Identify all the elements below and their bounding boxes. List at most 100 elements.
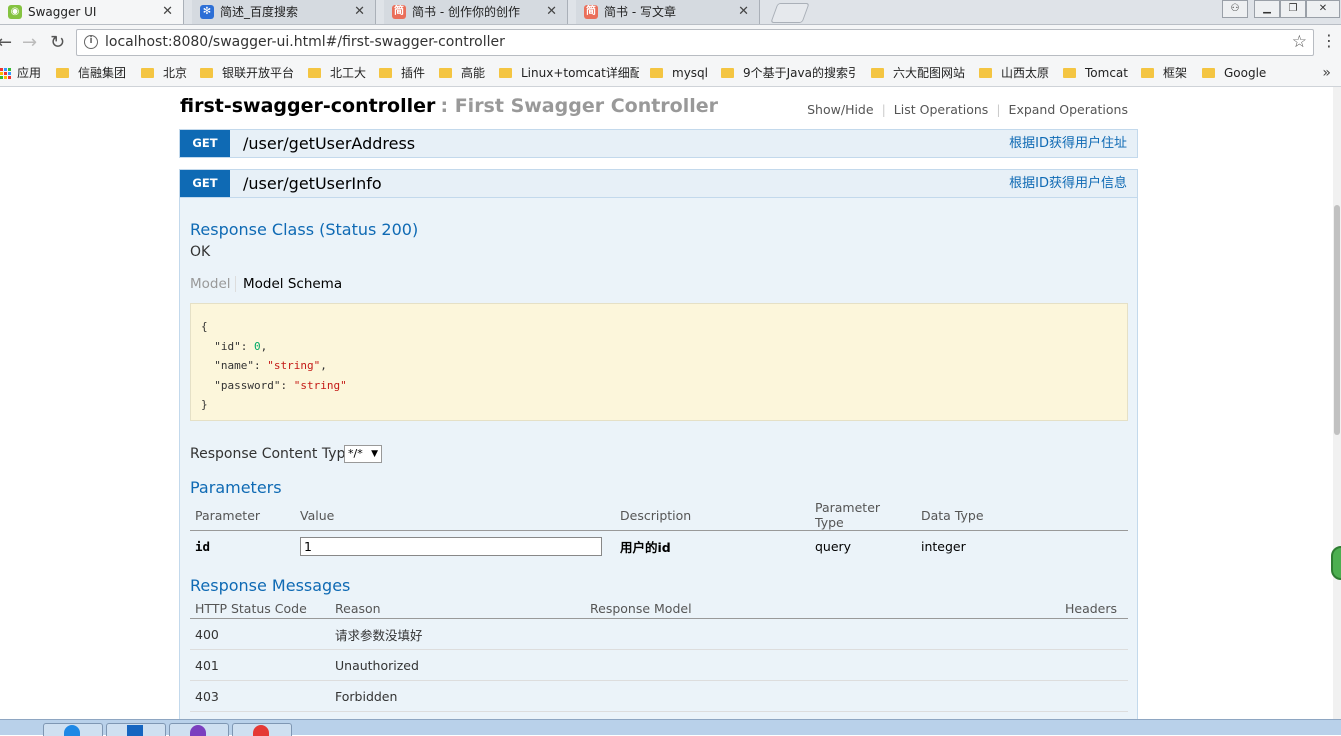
- tab-jianshu-create[interactable]: 简 简书 - 创作你的创作 ✕: [384, 0, 568, 24]
- taskbar-app-button[interactable]: [106, 723, 166, 736]
- close-tab-icon[interactable]: ✕: [738, 0, 749, 24]
- param-description: 用户的id: [620, 540, 671, 556]
- floating-widget-icon[interactable]: [1331, 546, 1341, 580]
- controller-name-link[interactable]: first-swagger-controller: [180, 95, 435, 117]
- parameters-table: Parameter Value Description Parameter Ty…: [190, 500, 1128, 563]
- param-name: id: [195, 539, 211, 555]
- operation-get-user-address[interactable]: GET /user/getUserAddress 根据ID获得用户住址: [179, 129, 1138, 158]
- status-code: 401: [190, 649, 330, 681]
- bookmark-item[interactable]: 信融集团: [56, 61, 126, 86]
- table-row: 403 Forbidden: [190, 680, 1128, 712]
- param-data-type: integer: [921, 539, 966, 555]
- scrollbar-thumb[interactable]: [1334, 205, 1340, 435]
- bookmark-star-icon[interactable]: ☆: [1292, 30, 1307, 55]
- response-messages-title: Response Messages: [190, 576, 351, 595]
- bookmarks-overflow-icon[interactable]: »: [1322, 61, 1331, 86]
- close-window-icon[interactable]: ✕: [1306, 0, 1340, 18]
- model-schema-tab[interactable]: Model Schema: [235, 276, 342, 292]
- bookmark-item[interactable]: 框架: [1141, 61, 1187, 86]
- folder-icon: [200, 67, 213, 78]
- table-header-row: HTTP Status Code Reason Response Model H…: [190, 598, 1128, 619]
- tab-swagger-ui[interactable]: ◉ Swagger UI ✕: [0, 0, 184, 24]
- app-icon: [253, 725, 269, 736]
- close-tab-icon[interactable]: ✕: [546, 0, 557, 24]
- response-class-value: OK: [190, 244, 211, 260]
- operation-path[interactable]: /user/getUserInfo: [243, 170, 382, 197]
- app-icon: [64, 725, 80, 736]
- new-tab-button[interactable]: [770, 3, 810, 23]
- url-input[interactable]: i localhost:8080/swagger-ui.html#/first-…: [76, 29, 1314, 56]
- taskbar-app-button[interactable]: [169, 723, 229, 736]
- status-code: 403: [190, 680, 330, 712]
- bookmarks-bar: 应用 信融集团 北京 银联开放平台 北工大 插件 高能 Linux+tomcat…: [0, 61, 1341, 87]
- app-icon: [190, 725, 206, 736]
- forward-arrow-icon[interactable]: →: [22, 31, 37, 55]
- minimize-window-icon[interactable]: ▁: [1254, 0, 1280, 18]
- status-reason: Forbidden: [330, 680, 585, 712]
- table-row: id 用户的id query integer: [190, 531, 1128, 563]
- list-operations-link[interactable]: List Operations: [894, 102, 989, 117]
- folder-icon: [979, 67, 992, 78]
- http-method-badge[interactable]: GET: [180, 170, 230, 197]
- user-profile-icon[interactable]: ⚇: [1222, 0, 1248, 18]
- close-tab-icon[interactable]: ✕: [162, 0, 173, 24]
- bookmark-item[interactable]: Google: [1202, 61, 1266, 86]
- folder-icon: [721, 67, 734, 78]
- maximize-window-icon[interactable]: ❐: [1280, 0, 1306, 18]
- show-hide-link[interactable]: Show/Hide: [807, 102, 873, 117]
- folder-icon: [379, 67, 392, 78]
- status-reason: Unauthorized: [330, 649, 585, 681]
- expand-operations-link[interactable]: Expand Operations: [1009, 102, 1128, 117]
- bookmark-item[interactable]: 高能: [439, 61, 485, 86]
- operation-details: Response Class (Status 200) OK Model Mod…: [179, 198, 1138, 719]
- site-info-icon[interactable]: i: [84, 35, 98, 49]
- app-icon: [127, 725, 143, 736]
- tab-jianshu-write[interactable]: 简 简书 - 写文章 ✕: [576, 0, 760, 24]
- tab-baidu-search[interactable]: ✻ 简述_百度搜索 ✕: [192, 0, 376, 24]
- content-type-select[interactable]: */* ▼: [344, 445, 382, 463]
- taskbar-app-button[interactable]: [232, 723, 292, 736]
- bookmark-item[interactable]: 插件: [379, 61, 425, 86]
- parameters-title: Parameters: [190, 478, 282, 497]
- back-arrow-icon[interactable]: ←: [0, 31, 12, 55]
- browser-tab-strip: ◉ Swagger UI ✕ ✻ 简述_百度搜索 ✕ 简 简书 - 创作你的创作…: [0, 0, 1341, 25]
- folder-icon: [308, 67, 321, 78]
- operation-summary[interactable]: 根据ID获得用户信息: [1009, 170, 1127, 197]
- tab-title: 简书 - 写文章: [604, 5, 676, 19]
- bookmark-item[interactable]: Tomcat: [1063, 61, 1128, 86]
- folder-icon: [141, 67, 154, 78]
- bookmark-item[interactable]: 北工大: [308, 61, 366, 86]
- taskbar-app-button[interactable]: [43, 723, 103, 736]
- folder-icon: [56, 67, 69, 78]
- response-class-title: Response Class (Status 200): [190, 220, 419, 239]
- tab-title: 简述_百度搜索: [220, 5, 299, 19]
- operation-summary[interactable]: 根据ID获得用户住址: [1009, 130, 1127, 157]
- controller-links: Show/Hide | List Operations | Expand Operati…: [807, 102, 1128, 117]
- table-row: 401 Unauthorized: [190, 649, 1128, 681]
- folder-icon: [1141, 67, 1154, 78]
- folder-icon: [871, 67, 884, 78]
- bookmark-item[interactable]: 六大配图网站: [871, 61, 965, 86]
- operation-path[interactable]: /user/getUserAddress: [243, 130, 415, 157]
- model-schema-box[interactable]: { "id": 0, "name": "string", "password":…: [190, 303, 1128, 421]
- bookmark-item[interactable]: 北京: [141, 61, 187, 86]
- vertical-scrollbar[interactable]: [1333, 87, 1341, 719]
- http-method-badge[interactable]: GET: [180, 130, 230, 157]
- bookmark-item[interactable]: Linux+tomcat详细配: [499, 61, 639, 86]
- model-tab[interactable]: Model: [190, 276, 231, 292]
- tab-title: Swagger UI: [28, 5, 97, 19]
- browser-menu-icon[interactable]: ⋮: [1321, 31, 1337, 50]
- bookmark-apps[interactable]: 应用: [0, 61, 41, 86]
- close-tab-icon[interactable]: ✕: [354, 0, 365, 24]
- param-id-input[interactable]: [300, 537, 602, 557]
- bookmark-item[interactable]: 9个基于Java的搜索引: [721, 61, 857, 86]
- operation-get-user-info[interactable]: GET /user/getUserInfo 根据ID获得用户信息: [179, 169, 1138, 198]
- param-type: query: [815, 539, 852, 555]
- bookmark-item[interactable]: mysql: [650, 61, 708, 86]
- status-reason: 请求参数没填好: [330, 618, 585, 650]
- apps-grid-icon: [0, 68, 11, 79]
- bookmark-item[interactable]: 银联开放平台: [200, 61, 294, 86]
- baidu-paw-icon: ✻: [200, 5, 214, 19]
- reload-icon[interactable]: ↻: [50, 31, 65, 55]
- bookmark-item[interactable]: 山西太原: [979, 61, 1049, 86]
